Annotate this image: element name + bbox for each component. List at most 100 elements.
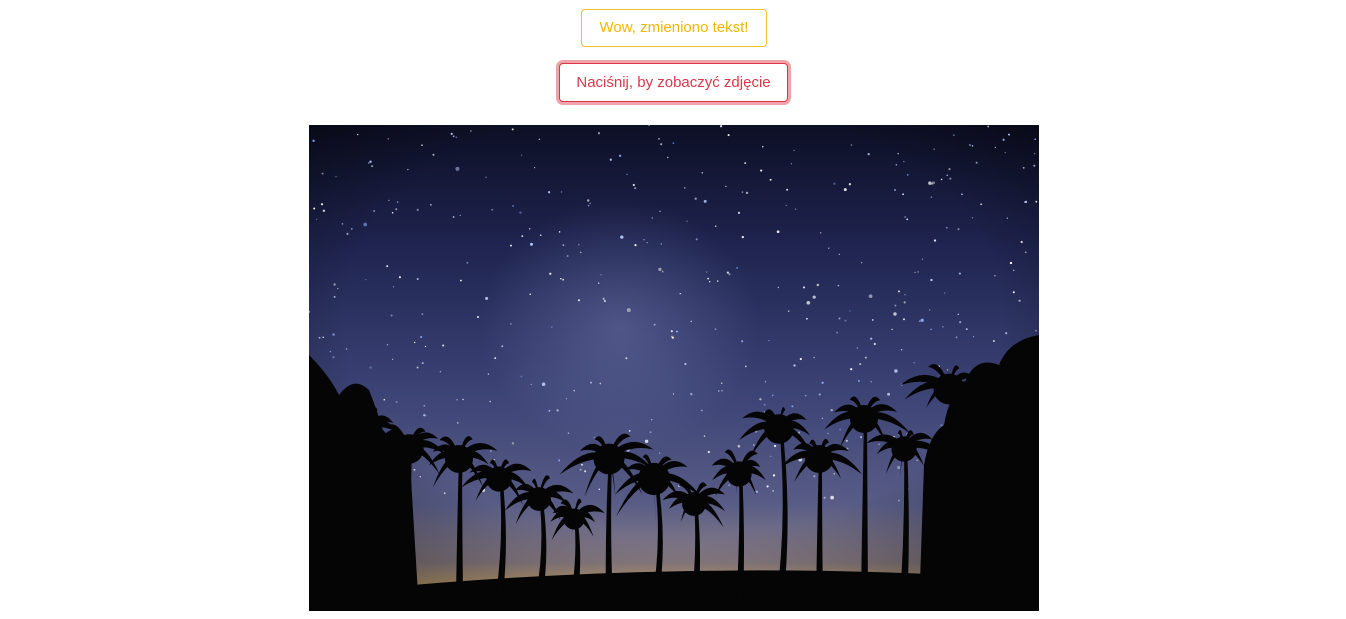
- star: [511, 128, 514, 131]
- star: [466, 261, 469, 264]
- star: [940, 178, 943, 181]
- star: [787, 310, 790, 312]
- star: [861, 262, 863, 264]
- star: [802, 286, 806, 289]
- star: [644, 439, 649, 444]
- star: [845, 439, 848, 442]
- star: [830, 408, 833, 412]
- star: [387, 138, 389, 140]
- star: [1022, 166, 1025, 169]
- palm-crown: [805, 445, 833, 473]
- star: [634, 187, 637, 190]
- page: Wow, zmieniono tekst! Naciśnij, by zobac…: [0, 0, 1346, 619]
- star: [425, 415, 427, 417]
- star: [798, 431, 801, 434]
- star: [371, 165, 374, 168]
- star: [941, 325, 944, 328]
- star: [940, 424, 943, 427]
- star: [520, 375, 523, 378]
- star: [386, 343, 389, 346]
- star: [891, 328, 893, 331]
- star: [430, 204, 432, 206]
- star: [676, 330, 678, 333]
- star: [1020, 240, 1023, 244]
- star: [714, 225, 717, 228]
- star: [549, 272, 552, 275]
- star: [838, 253, 840, 255]
- star: [902, 193, 904, 196]
- star: [589, 202, 592, 205]
- star: [913, 361, 915, 364]
- star: [992, 340, 995, 342]
- star: [971, 217, 974, 219]
- star: [651, 217, 654, 219]
- star: [337, 288, 339, 290]
- star: [755, 490, 758, 493]
- star: [694, 197, 697, 200]
- star: [773, 444, 777, 448]
- night-sky-photo: [309, 125, 1039, 611]
- star: [870, 381, 872, 383]
- star: [587, 199, 590, 202]
- star: [659, 210, 661, 212]
- star: [1013, 269, 1015, 271]
- star: [373, 210, 376, 212]
- star: [806, 317, 808, 320]
- star: [407, 168, 409, 171]
- star: [897, 499, 900, 502]
- star: [423, 404, 426, 407]
- star: [383, 398, 386, 401]
- star: [485, 296, 489, 300]
- show-photo-button[interactable]: Naciśnij, by zobaczyć zdjęcie: [559, 63, 788, 102]
- star: [661, 270, 664, 273]
- star: [769, 455, 772, 458]
- night-sky-palm-trees-image: [309, 125, 1039, 611]
- palm-crown: [486, 466, 512, 492]
- palm-crown: [593, 443, 625, 475]
- star: [421, 144, 423, 147]
- star: [565, 398, 568, 400]
- star: [501, 345, 504, 348]
- star: [579, 468, 582, 471]
- star: [769, 178, 772, 181]
- star: [721, 390, 723, 392]
- star: [994, 146, 997, 149]
- star: [752, 444, 755, 446]
- star: [476, 315, 480, 319]
- star: [396, 201, 399, 203]
- star: [728, 273, 731, 276]
- star: [994, 275, 996, 277]
- star: [672, 142, 675, 144]
- star: [971, 145, 974, 147]
- palm-crown: [445, 445, 473, 473]
- star: [530, 242, 533, 246]
- star: [390, 314, 393, 317]
- star: [424, 345, 427, 348]
- star: [659, 452, 661, 454]
- star: [548, 409, 551, 412]
- palm-crown: [682, 492, 706, 516]
- star: [653, 323, 656, 326]
- star: [491, 208, 494, 211]
- palm-crown: [563, 508, 585, 530]
- changed-text-button[interactable]: Wow, zmieniono tekst!: [581, 9, 767, 47]
- star: [1033, 164, 1036, 167]
- star: [321, 172, 324, 175]
- star: [727, 134, 730, 137]
- star: [949, 177, 952, 180]
- star: [904, 215, 907, 219]
- star: [772, 474, 776, 477]
- star: [846, 447, 849, 450]
- star: [980, 203, 983, 206]
- star: [541, 382, 546, 387]
- star: [690, 392, 693, 396]
- star: [459, 279, 462, 282]
- star: [823, 496, 826, 499]
- star: [547, 191, 551, 194]
- star: [707, 450, 710, 454]
- star: [921, 258, 924, 260]
- star: [510, 244, 512, 247]
- star: [443, 492, 446, 495]
- star: [1024, 251, 1027, 254]
- star: [839, 428, 842, 431]
